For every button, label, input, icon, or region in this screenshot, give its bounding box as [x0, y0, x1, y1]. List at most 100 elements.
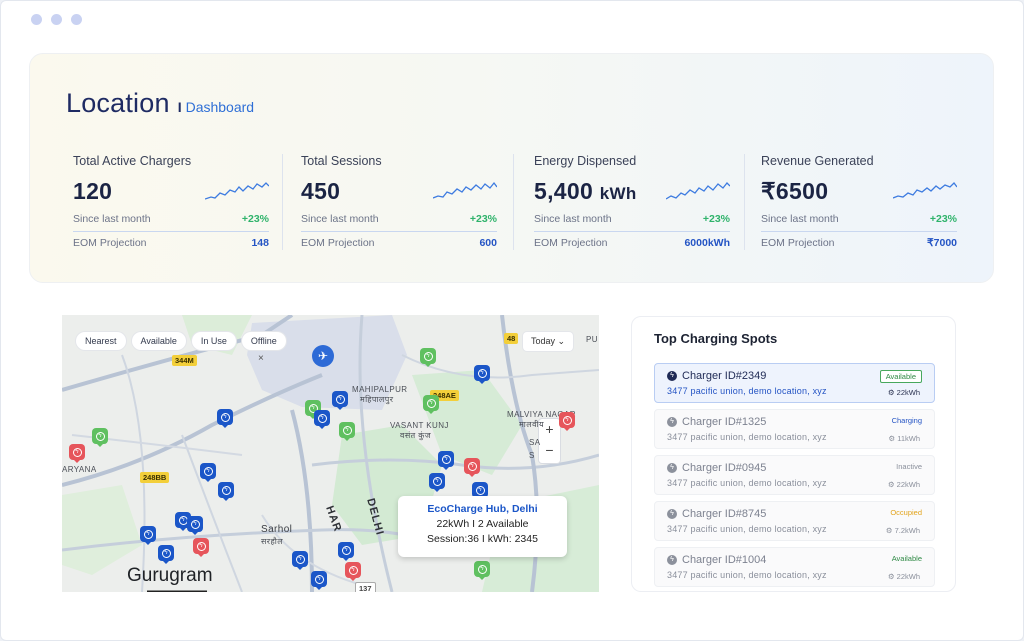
spot-address: 3477 pacific union, demo location, xyz	[667, 570, 827, 580]
page-title-main: Location	[66, 88, 170, 118]
zoom-out-button[interactable]: −	[539, 440, 560, 461]
charger-pin-icon[interactable]: ϟ	[193, 538, 209, 557]
stat-label: Total Sessions	[301, 154, 382, 168]
place-label: VASANT KUNJ	[390, 421, 449, 430]
place-label: S	[529, 451, 535, 460]
charger-pin-icon[interactable]: ϟ	[200, 463, 216, 482]
spot-power: ⚙ 22kWh	[887, 388, 920, 397]
spot-item[interactable]: ϟ Charger ID#0945 3477 pacific union, dem…	[654, 455, 935, 495]
window-controls	[31, 14, 82, 25]
road-tag: 344M	[172, 355, 197, 366]
charger-pin-icon[interactable]: ϟ	[218, 482, 234, 501]
place-label: SA	[529, 438, 541, 447]
bolt-icon: ϟ	[667, 509, 677, 519]
charger-pin-icon[interactable]: ϟ	[423, 395, 439, 414]
charger-pin-icon[interactable]: ϟ	[92, 428, 108, 447]
place-label: मालवीय	[519, 420, 545, 429]
stat-card-active-chargers: Total Active Chargers 120 Since last mon…	[73, 154, 269, 249]
spot-address: 3477 pacific union, demo location, xyz	[667, 432, 827, 442]
status-badge: Inactive	[896, 462, 922, 471]
spot-power: ⚙ 22kWh	[887, 480, 920, 489]
filter-chip-offline[interactable]: Offline	[241, 332, 286, 350]
spot-power: ⚙ 7.2kWh	[885, 526, 920, 535]
bolt-icon: ϟ	[667, 417, 677, 427]
spot-item[interactable]: ϟ Charger ID#1004 3477 pacific union, dem…	[654, 547, 935, 587]
charger-pin-icon[interactable]: ϟ	[474, 365, 490, 384]
spot-item[interactable]: ϟ Charger ID#1325 3477 pacific union, dem…	[654, 409, 935, 449]
gauge-icon: ⚙	[887, 572, 895, 581]
stat-card-energy-dispensed: Energy Dispensed 5,400 kWh Since last mo…	[534, 154, 730, 249]
bolt-icon: ϟ	[667, 371, 677, 381]
stat-divider	[282, 154, 283, 250]
bolt-icon: ϟ	[667, 555, 677, 565]
status-badge: Occupied	[890, 508, 922, 517]
place-label: वसंत कुंज	[400, 431, 432, 440]
charger-pin-icon[interactable]: ϟ	[474, 561, 490, 580]
period-select[interactable]: Today ⌄	[523, 332, 574, 351]
sparkline-icon	[666, 182, 730, 200]
projection-row: EOM Projection ₹7000	[761, 237, 957, 249]
stat-label: Total Active Chargers	[73, 154, 192, 168]
charger-pin-icon[interactable]: ϟ	[559, 412, 575, 431]
tooltip-capacity: 22kWh I 2 Available	[436, 518, 529, 530]
window-dot-icon[interactable]	[31, 14, 42, 25]
filter-chip-nearest[interactable]: Nearest	[76, 332, 126, 350]
charger-pin-icon[interactable]: ϟ	[338, 542, 354, 561]
stat-card-revenue-generated: Revenue Generated ₹6500 Since last month…	[761, 154, 957, 249]
projection-row: EOM Projection 148	[73, 237, 269, 249]
panel-title: Top Charging Spots	[654, 331, 778, 346]
charger-pin-icon[interactable]: ϟ	[429, 473, 445, 492]
charger-pin-icon[interactable]: ϟ	[464, 458, 480, 477]
gauge-icon: ⚙	[887, 480, 895, 489]
window-dot-icon[interactable]	[51, 14, 62, 25]
tooltip-title[interactable]: EcoCharge Hub, Delhi	[398, 503, 567, 515]
charger-pin-icon[interactable]: ϟ	[332, 391, 348, 410]
charger-pin-icon[interactable]: ϟ	[438, 451, 454, 470]
status-badge: Charging	[891, 416, 922, 425]
sparkline-icon	[433, 181, 497, 199]
status-badge: Available	[879, 370, 922, 383]
window-dot-icon[interactable]	[71, 14, 82, 25]
filter-chip-available[interactable]: Available	[131, 332, 186, 350]
stat-label: Revenue Generated	[761, 154, 874, 168]
spot-name: Charger ID#1004	[682, 554, 767, 566]
charger-pin-icon[interactable]: ϟ	[345, 562, 361, 581]
spot-item[interactable]: ϟ Charger ID#2349 3477 pacific union, dem…	[654, 363, 935, 403]
charger-map[interactable]: Nearest Available In Use Offline × Today…	[62, 315, 599, 592]
charger-pin-icon[interactable]: ϟ	[69, 444, 85, 463]
charger-tooltip: EcoCharge Hub, Delhi 22kWh I 2 Available…	[398, 496, 567, 557]
charger-pin-icon[interactable]: ϟ	[140, 526, 156, 545]
place-label: Sarhol	[261, 524, 293, 535]
place-label: PU	[586, 335, 598, 344]
charger-pin-icon[interactable]: ϟ	[314, 410, 330, 429]
stat-card-total-sessions: Total Sessions 450 Since last month +23% …	[301, 154, 497, 249]
gauge-icon: ⚙	[885, 526, 893, 535]
gauge-icon: ⚙	[887, 388, 895, 397]
stat-label: Energy Dispensed	[534, 154, 637, 168]
spot-name: Charger ID#0945	[682, 462, 767, 474]
road-tag: 137	[355, 582, 376, 592]
spot-name: Charger ID#2349	[682, 370, 767, 382]
spot-item[interactable]: ϟ Charger ID#8745 3477 pacific union, dem…	[654, 501, 935, 541]
charger-pin-icon[interactable]: ϟ	[311, 571, 327, 590]
charger-pin-icon[interactable]: ϟ	[292, 551, 308, 570]
spot-address: 3477 pacific union, demo location, xyz	[667, 478, 827, 488]
since-row: Since last month +23%	[73, 213, 269, 232]
since-row: Since last month +23%	[761, 213, 957, 232]
charger-pin-icon[interactable]: ϟ	[187, 516, 203, 535]
close-icon[interactable]: ×	[258, 353, 264, 364]
place-label: ARYANA	[62, 465, 97, 474]
spot-name: Charger ID#8745	[682, 508, 767, 520]
spot-name: Charger ID#1325	[682, 416, 767, 428]
filter-chip-in-use[interactable]: In Use	[191, 332, 236, 350]
airport-icon: ✈	[312, 345, 334, 367]
since-row: Since last month +23%	[534, 213, 730, 232]
charger-pin-icon[interactable]: ϟ	[158, 545, 174, 564]
charger-pin-icon[interactable]: ϟ	[217, 409, 233, 428]
charger-pin-icon[interactable]: ϟ	[420, 348, 436, 367]
spot-address: 3477 pacific union, demo location, xyz	[667, 386, 827, 396]
place-label: MAHIPALPUR	[352, 385, 408, 394]
charger-pin-icon[interactable]: ϟ	[339, 422, 355, 441]
page-subtitle[interactable]: Dashboard	[186, 99, 255, 115]
gauge-icon: ⚙	[888, 434, 896, 443]
